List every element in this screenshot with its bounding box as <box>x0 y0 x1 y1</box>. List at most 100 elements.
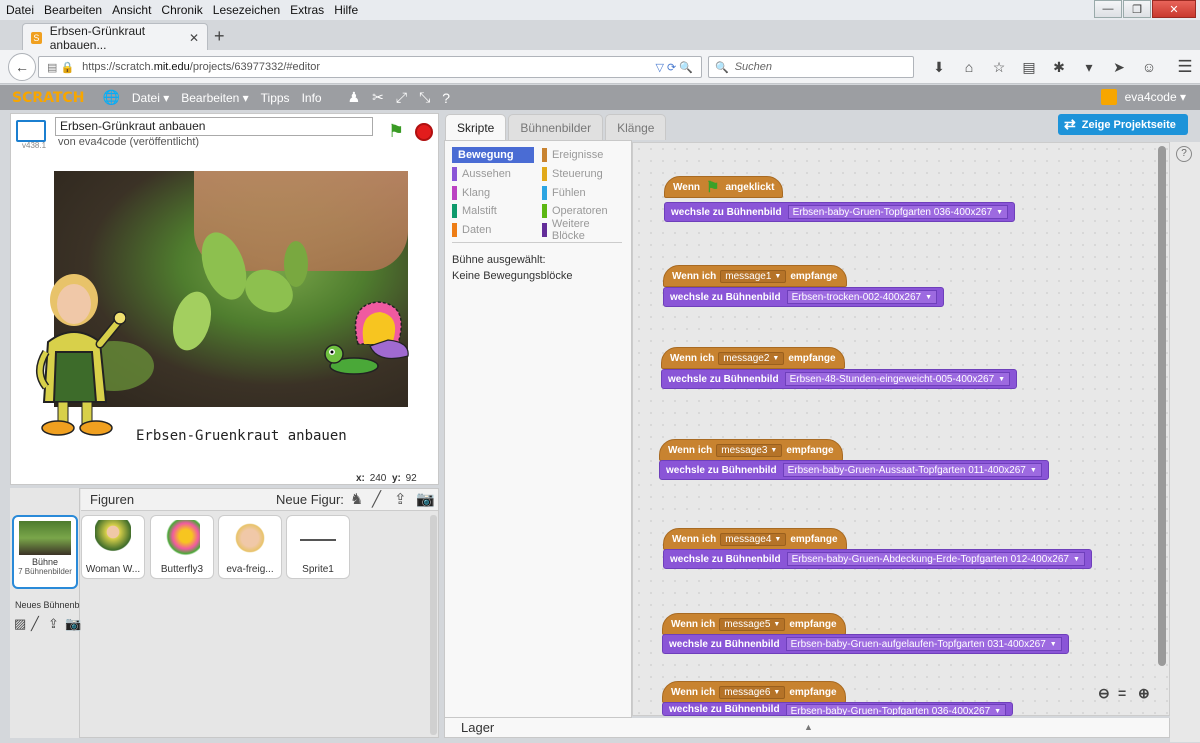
bookmark-star-icon[interactable]: ☆ <box>986 57 1012 77</box>
backdrop-dropdown[interactable]: Erbsen-baby-Gruen-aufgelaufen-Topfgarten… <box>785 637 1062 651</box>
camera-backdrop-icon[interactable]: 📷 <box>65 616 82 632</box>
backdrop-dropdown[interactable]: Erbsen-baby-Gruen-Abdeckung-Erde-Topfgar… <box>786 552 1085 566</box>
menu-bearbeiten[interactable]: Bearbeiten <box>44 3 102 17</box>
backdrop-dropdown[interactable]: Erbsen-48-Stunden-eingeweicht-005-400x26… <box>784 372 1011 386</box>
home-icon[interactable]: ⌂ <box>956 57 982 77</box>
sprite-item-eva[interactable]: eva-freig... <box>218 515 282 579</box>
when-flag-clicked-block[interactable]: Wenn ⚑ angeklickt <box>664 176 784 198</box>
url-bar[interactable]: ▤ 🔒 https://scratch. mit.edu/projects/639… <box>38 56 702 78</box>
message-dropdown[interactable]: message5 <box>719 617 786 631</box>
sprite-item-woman[interactable]: Woman W... <box>81 515 145 579</box>
tab-buehnenbilder[interactable]: Bühnenbilder <box>508 114 604 140</box>
upload-sprite-icon[interactable]: ⇪ <box>394 490 414 508</box>
message-dropdown[interactable]: message3 <box>716 443 783 457</box>
zoom-out-icon[interactable]: ⊖ <box>1098 685 1118 702</box>
butterfly-sprite[interactable] <box>318 294 414 384</box>
category-daten[interactable]: Daten <box>452 222 534 238</box>
stop-button[interactable] <box>415 123 433 141</box>
page-info-icon[interactable]: ▤ 🔒 <box>47 61 74 74</box>
menu-chronik[interactable]: Chronik <box>161 3 202 17</box>
category-ereignisse[interactable]: Ereignisse <box>542 147 624 163</box>
when-receive-block[interactable]: Wenn ichmessage3empfange <box>659 439 843 461</box>
category-steuerung[interactable]: Steuerung <box>542 166 624 182</box>
when-receive-block[interactable]: Wenn ichmessage5empfange <box>662 613 846 635</box>
close-window-icon[interactable]: ✕ <box>1152 0 1196 18</box>
duplicate-icon[interactable]: ♟ <box>348 89 361 106</box>
category-aussehen[interactable]: Aussehen <box>452 166 534 182</box>
tab-skripte[interactable]: Skripte <box>445 114 507 140</box>
user-menu[interactable]: eva4code ▾ <box>1100 89 1186 105</box>
help-icon[interactable]: ? <box>442 90 450 106</box>
category-weitere[interactable]: Weitere Blöcke <box>542 218 624 242</box>
scratch-menu-datei[interactable]: Datei ▾ <box>132 91 169 105</box>
tab-klaenge[interactable]: Klänge <box>605 114 667 140</box>
new-tab-icon[interactable]: + <box>214 26 225 47</box>
menu-hilfe[interactable]: Hilfe <box>334 3 358 17</box>
when-receive-block[interactable]: Wenn ichmessage2empfange <box>661 347 845 369</box>
message-dropdown[interactable]: message2 <box>718 351 785 365</box>
browser-tab[interactable]: S Erbsen-Grünkraut anbauen... ✕ <box>22 23 208 52</box>
fullscreen-button[interactable] <box>16 120 46 142</box>
category-fuehlen[interactable]: Fühlen <box>542 185 624 201</box>
woman-sprite[interactable] <box>26 262 126 440</box>
switch-backdrop-block[interactable]: wechsle zu Bühnenbild Erbsen-baby-Gruen-T… <box>662 702 1014 716</box>
upload-backdrop-icon[interactable]: ⇪ <box>48 616 65 632</box>
download-icon[interactable]: ⬇ <box>926 57 952 77</box>
menu-extras[interactable]: Extras <box>290 3 324 17</box>
minimize-icon[interactable]: — <box>1094 0 1122 18</box>
camera-sprite-icon[interactable]: 📷 <box>416 490 436 508</box>
scratch-menu-info[interactable]: Info <box>302 91 322 105</box>
choose-sprite-icon[interactable]: ♞ <box>350 490 370 508</box>
when-receive-block[interactable]: Wenn ichmessage6empfange <box>662 681 846 703</box>
zoom-reset-icon[interactable]: = <box>1118 685 1138 702</box>
backpack-expand-icon[interactable]: ▲ <box>804 722 813 732</box>
show-project-page-button[interactable]: ⇄ Zeige Projektseite <box>1058 114 1188 135</box>
grow-icon[interactable]: ⤢ <box>396 89 407 106</box>
message-dropdown[interactable]: message1 <box>720 269 787 283</box>
switch-backdrop-block[interactable]: wechsle zu Bühnenbild Erbsen-baby-Gruen-A… <box>663 549 1092 569</box>
shrink-icon[interactable]: ⤡ <box>419 89 430 106</box>
message-dropdown[interactable]: message6 <box>719 685 786 699</box>
scratch-menu-bearbeiten[interactable]: Bearbeiten ▾ <box>181 91 248 105</box>
message-dropdown[interactable]: message4 <box>720 532 787 546</box>
scripts-scrollbar[interactable] <box>1158 146 1166 666</box>
menu-datei[interactable]: Datei <box>6 3 34 17</box>
green-flag-button[interactable]: ⚑ <box>388 121 404 142</box>
switch-backdrop-block[interactable]: wechsle zu Bühnenbild Erbsen-trocken-002-… <box>663 287 945 307</box>
reload-search-icon[interactable]: ▽ ⟳ 🔍 <box>656 61 694 74</box>
when-receive-block[interactable]: Wenn ichmessage1empfange <box>663 265 847 287</box>
help-icon[interactable]: ? <box>1176 146 1192 162</box>
sprite-item-sprite1[interactable]: Sprite1 <box>286 515 350 579</box>
zoom-in-icon[interactable]: ⊕ <box>1138 685 1158 702</box>
paint-backdrop-icon[interactable]: ╱ <box>31 616 48 632</box>
send-icon[interactable]: ➤ <box>1106 57 1132 77</box>
menu-ansicht[interactable]: Ansicht <box>112 3 151 17</box>
scratch-menu-tipps[interactable]: Tipps <box>261 91 290 105</box>
paint-sprite-icon[interactable]: ╱ <box>372 490 392 508</box>
category-bewegung[interactable]: Bewegung <box>452 147 534 163</box>
when-receive-block[interactable]: Wenn ichmessage4empfange <box>663 528 847 550</box>
category-klang[interactable]: Klang <box>452 185 534 201</box>
maximize-icon[interactable]: ❐ <box>1123 0 1151 18</box>
backdrop-dropdown[interactable]: Erbsen-baby-Gruen-Topfgarten 036-400x267 <box>785 704 1007 715</box>
switch-backdrop-block[interactable]: wechsle zu Bühnenbild Erbsen-baby-Gruen-T… <box>664 202 1016 222</box>
project-title-input[interactable]: Erbsen-Grünkraut anbauen <box>55 117 373 136</box>
sprite-item-butterfly[interactable]: Butterfly3 <box>150 515 214 579</box>
reading-list-icon[interactable]: ▤ <box>1016 57 1042 77</box>
delete-icon[interactable]: ✂ <box>372 89 384 106</box>
sprite-scrollbar[interactable] <box>430 515 437 735</box>
switch-backdrop-block[interactable]: wechsle zu Bühnenbild Erbsen-48-Stunden-e… <box>661 369 1018 389</box>
backdrop-dropdown[interactable]: Erbsen-baby-Gruen-Topfgarten 036-400x267 <box>787 205 1009 219</box>
dropdown-icon[interactable]: ▾ <box>1076 57 1102 77</box>
category-malstift[interactable]: Malstift <box>452 203 534 219</box>
switch-backdrop-block[interactable]: wechsle zu Bühnenbild Erbsen-baby-Gruen-A… <box>659 460 1049 480</box>
switch-backdrop-block[interactable]: wechsle zu Bühnenbild Erbsen-baby-Gruen-a… <box>662 634 1069 654</box>
scratch-logo[interactable]: SCRATCH <box>12 90 84 106</box>
hamburger-menu-icon[interactable]: ☰ <box>1172 57 1198 77</box>
back-button[interactable]: ← <box>8 53 36 81</box>
menu-lesezeichen[interactable]: Lesezeichen <box>213 3 280 17</box>
backdrop-dropdown[interactable]: Erbsen-baby-Gruen-Aussaat-Topfgarten 011… <box>782 463 1042 477</box>
globe-icon[interactable]: 🌐 <box>102 89 119 106</box>
search-input[interactable]: 🔍 Suchen <box>708 56 914 78</box>
category-operatoren[interactable]: Operatoren <box>542 203 624 219</box>
